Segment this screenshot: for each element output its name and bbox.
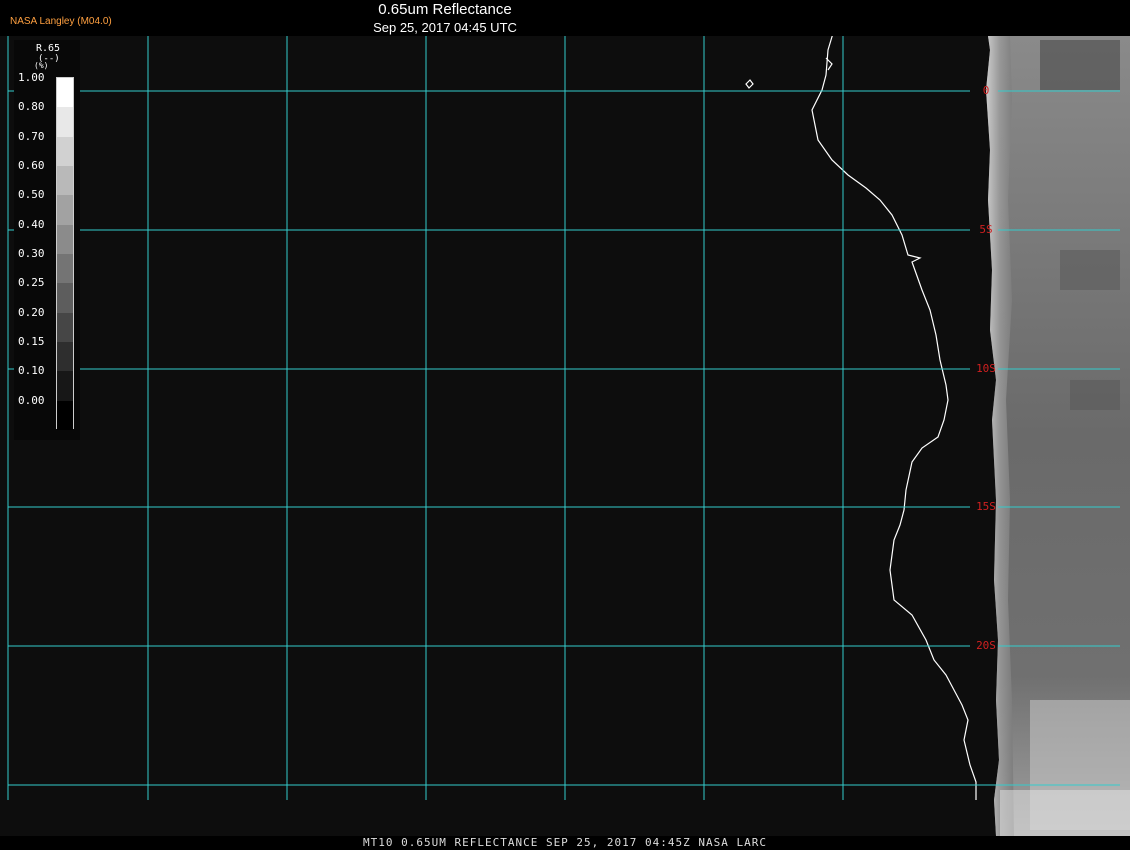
latitude-label: 15S	[976, 500, 996, 513]
colorbar-segment	[57, 400, 73, 430]
satellite-map: 15W10W05E10E15E05S10S15S20S	[0, 4, 1130, 836]
colorbar-segment	[57, 254, 73, 284]
latitude-label: 5S	[979, 223, 992, 236]
image-title: 0.65um Reflectance	[378, 1, 512, 18]
colorbar-segment	[57, 166, 73, 196]
colorbar-segment	[57, 342, 73, 372]
image-timestamp: Sep 25, 2017 04:45 UTC	[373, 20, 517, 35]
legend-tick-label: 0.80	[18, 100, 45, 114]
colorbar-legend: R.65 (--) (%) 1.00 0.80 0.70 0.60 0.50 0.40 0.…	[14, 40, 80, 440]
colorbar-segment	[57, 195, 73, 225]
imagery-strip	[986, 36, 1130, 836]
legend-tick-label: 0.70	[18, 129, 45, 143]
legend-tick-label: 0.10	[18, 364, 45, 378]
footer-caption: MT10 0.65UM REFLECTANCE SEP 25, 2017 04:…	[363, 836, 767, 849]
legend-tick-label: 0.30	[18, 247, 45, 260]
latitude-label: 10S	[976, 362, 996, 375]
colorbar-segment	[57, 283, 73, 313]
colorbar-segment	[57, 107, 73, 137]
colorbar-segment	[57, 136, 73, 166]
legend-tick-label: 1.00	[18, 71, 45, 84]
colorbar	[56, 77, 74, 430]
legend-tick-label: 0.25	[18, 276, 45, 290]
legend-tick-label: 0.60	[18, 159, 45, 172]
legend-tick-label: 0.00	[18, 393, 45, 407]
legend-variable: R.65	[36, 43, 61, 54]
legend-scale-note: (%)	[34, 61, 49, 70]
colorbar-segment	[57, 371, 73, 401]
legend-tick-label: 0.15	[18, 335, 45, 348]
legend-tick-label: 0.20	[18, 305, 45, 319]
colorbar-segment	[57, 224, 73, 254]
latitude-label: 0	[983, 84, 990, 97]
latitude-label: 20S	[976, 639, 996, 652]
legend-tick-label: 0.50	[18, 188, 45, 202]
colorbar-segment	[57, 312, 73, 342]
legend-tick-label: 0.40	[18, 217, 45, 231]
colorbar-segment	[57, 78, 73, 108]
